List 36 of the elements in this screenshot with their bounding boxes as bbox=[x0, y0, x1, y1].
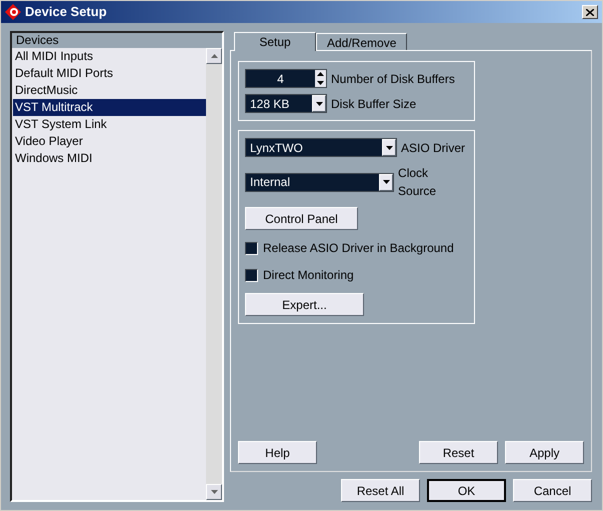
dialog-button[interactable]: OK bbox=[427, 479, 506, 502]
dialog-button[interactable]: Reset All bbox=[341, 479, 420, 502]
spin-field[interactable]: 4 bbox=[245, 69, 327, 88]
column-header: Devices bbox=[12, 33, 222, 48]
checkbox-label: Direct Monitoring bbox=[263, 267, 354, 284]
spin-arrows-icon bbox=[315, 70, 326, 87]
list-item[interactable]: DirectMusic bbox=[13, 82, 206, 99]
field-label: ASIO Driver bbox=[401, 140, 466, 156]
list-item[interactable]: Windows MIDI bbox=[13, 150, 206, 167]
tab[interactable]: Add/Remove bbox=[316, 33, 408, 50]
control-panel-button[interactable]: Control Panel bbox=[245, 207, 358, 230]
checkbox[interactable] bbox=[245, 242, 258, 254]
checkbox-label: Release ASIO Driver in Background bbox=[263, 240, 454, 257]
dialog-button[interactable]: Cancel bbox=[513, 479, 592, 502]
apply-button[interactable]: Apply bbox=[505, 441, 584, 464]
field-label: Disk Buffer Size bbox=[331, 96, 416, 112]
dropdown[interactable]: Internal bbox=[245, 172, 394, 192]
logo-icon bbox=[5, 4, 21, 20]
list-item[interactable]: VST Multitrack bbox=[13, 99, 206, 116]
close-button[interactable] bbox=[582, 5, 598, 19]
dropdown[interactable]: 128 KB bbox=[245, 94, 327, 113]
scrollbar[interactable] bbox=[206, 48, 222, 500]
reset-button[interactable]: Reset bbox=[419, 441, 498, 464]
list-item[interactable]: VST System Link bbox=[13, 116, 206, 133]
close-icon bbox=[586, 8, 594, 16]
help-button[interactable]: Help bbox=[238, 441, 317, 464]
expert-button[interactable]: Expert... bbox=[245, 293, 364, 316]
list-item[interactable]: Video Player bbox=[13, 133, 206, 150]
checkbox[interactable] bbox=[245, 268, 258, 282]
field-label: Number of Disk Buffers bbox=[331, 70, 455, 88]
tab[interactable]: Setup bbox=[234, 32, 316, 51]
list-item[interactable]: Default MIDI Ports bbox=[13, 65, 206, 82]
window-title: Device Setup bbox=[25, 3, 108, 22]
list-item[interactable]: All MIDI Inputs bbox=[13, 48, 206, 65]
dropdown[interactable]: LynxTWO bbox=[245, 138, 397, 157]
field-label: Clock Source bbox=[398, 165, 438, 200]
